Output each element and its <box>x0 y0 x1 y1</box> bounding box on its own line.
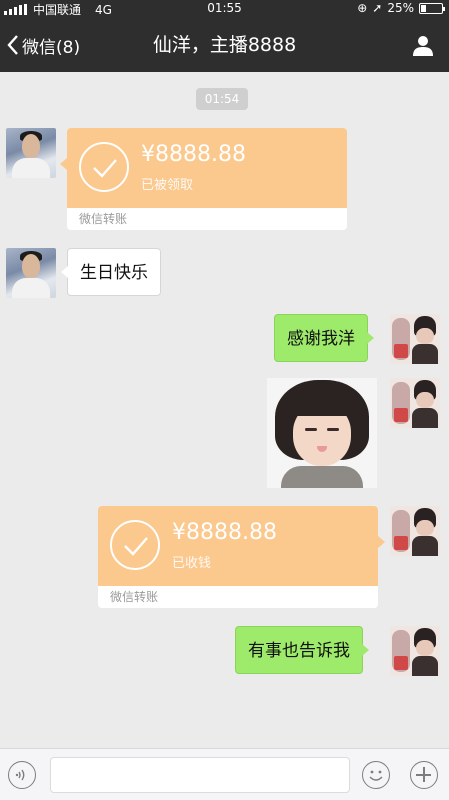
check-circle-icon <box>79 142 129 192</box>
avatar-contact[interactable] <box>6 128 56 178</box>
lock-rotation-icon: ⊕ <box>357 1 368 15</box>
nav-bar: 微信(8) 仙洋，主播8888 <box>0 18 449 72</box>
transfer-amount: ¥8888.88 <box>141 142 246 167</box>
transfer-card-received[interactable]: ¥8888.88 已被领取 微信转账 <box>60 128 347 230</box>
message-bubble-sent[interactable]: 有事也告诉我 <box>235 626 369 674</box>
plus-icon[interactable] <box>410 761 438 789</box>
transfer-status: 已被领取 <box>141 178 194 193</box>
girl-sticker[interactable] <box>267 378 377 488</box>
message-input[interactable] <box>50 757 350 793</box>
transfer-card-top: ¥8888.88 已收钱 <box>98 506 378 586</box>
location-icon: ➚ <box>372 1 383 15</box>
transfer-status: 已收钱 <box>172 556 212 571</box>
battery-fill <box>421 4 426 12</box>
battery-icon <box>419 2 445 14</box>
transfer-footer: 微信转账 <box>67 208 347 230</box>
battery-label: 25% <box>387 1 414 15</box>
avatar-self[interactable] <box>390 378 440 428</box>
message-bubble-received[interactable]: 生日快乐 <box>61 248 161 296</box>
message-bubble-sent[interactable]: 感谢我洋 <box>274 314 374 362</box>
emoji-icon[interactable] <box>362 761 390 789</box>
status-bar: 中国联通 4G 01:55 ⊕ ➚ 25% <box>0 0 449 18</box>
avatar-self[interactable] <box>390 314 440 364</box>
transfer-card-top: ¥8888.88 已被领取 <box>67 128 347 208</box>
transfer-amount: ¥8888.88 <box>172 520 277 545</box>
status-right: ⊕ ➚ 25% <box>357 1 445 15</box>
chat-title: 仙洋，主播8888 <box>152 34 297 56</box>
voice-icon[interactable] <box>8 761 36 789</box>
transfer-card-sent[interactable]: ¥8888.88 已收钱 微信转账 <box>98 506 385 608</box>
input-bar <box>0 748 449 800</box>
timestamp: 01:54 <box>196 88 248 110</box>
person-icon[interactable] <box>411 33 435 57</box>
check-circle-icon <box>110 520 160 570</box>
avatar-self[interactable] <box>390 626 440 676</box>
avatar-self[interactable] <box>390 506 440 556</box>
transfer-footer: 微信转账 <box>98 586 378 608</box>
avatar-contact[interactable] <box>6 248 56 298</box>
